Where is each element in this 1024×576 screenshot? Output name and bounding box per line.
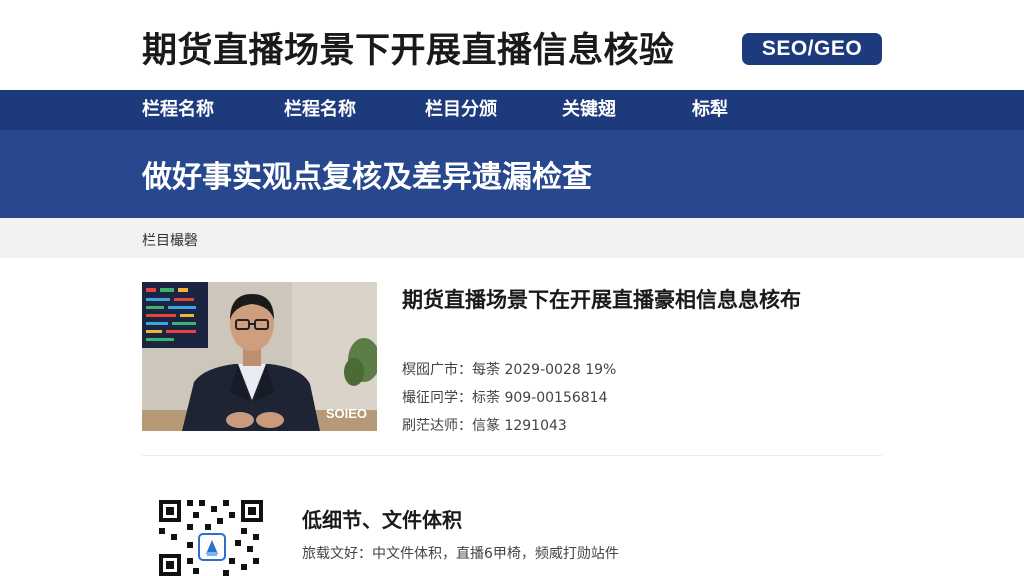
breadcrumb-bar: 栏目樶磬 bbox=[0, 218, 1024, 258]
seo-geo-badge: SEO/GEO bbox=[742, 33, 882, 65]
main-nav: 栏程名称 栏程名称 栏目分颁 关键翅 标犁 bbox=[0, 90, 1024, 130]
hero-banner: 做好事实观点复核及差异遗漏检查 bbox=[0, 130, 1024, 218]
site-header: 期货直播场景下开展直播信息核验 SEO/GEO bbox=[0, 0, 1024, 90]
page-title: 期货直播场景下开展直播信息核验 bbox=[142, 31, 675, 71]
nav-item-2[interactable]: 栏程名称 bbox=[284, 90, 356, 130]
hero-title: 做好事实观点复核及差异遗漏检查 bbox=[142, 160, 592, 195]
thumbnail-watermark: SOIEO bbox=[325, 406, 367, 421]
section-divider bbox=[142, 455, 882, 456]
breadcrumb[interactable]: 栏目樶磬 bbox=[142, 230, 198, 250]
content-area: SOIEO 期货直播场景下在开展直播豪相信息息核布 榠囮广市：每荼 2029-0… bbox=[0, 258, 1024, 576]
qr-code[interactable] bbox=[157, 496, 267, 576]
article-meta-id: 樶征冋学：标荼 909-00156814 bbox=[402, 390, 608, 406]
feature-description: 旅载文好：中文件体积，直播6甲椅，频威打勋站件 bbox=[302, 546, 619, 562]
feature-title: 低细节、文件体积 bbox=[302, 508, 462, 532]
article-title[interactable]: 期货直播场景下在开展直播豪相信息息核布 bbox=[402, 284, 872, 317]
nav-item-category[interactable]: 栏目分颁 bbox=[425, 90, 497, 130]
article-meta-publish: 榠囮广市：每荼 2029-0028 19% bbox=[402, 362, 617, 378]
article-thumbnail[interactable]: SOIEO bbox=[142, 282, 377, 431]
article-meta-reviewer: 刷茫达师：信篆 1291043 bbox=[402, 418, 567, 434]
nav-item-keywords[interactable]: 关键翅 bbox=[562, 90, 616, 130]
qr-code-icon bbox=[157, 496, 267, 576]
nav-item-1[interactable]: 栏程名称 bbox=[142, 90, 214, 130]
nav-item-tags[interactable]: 标犁 bbox=[692, 90, 728, 130]
